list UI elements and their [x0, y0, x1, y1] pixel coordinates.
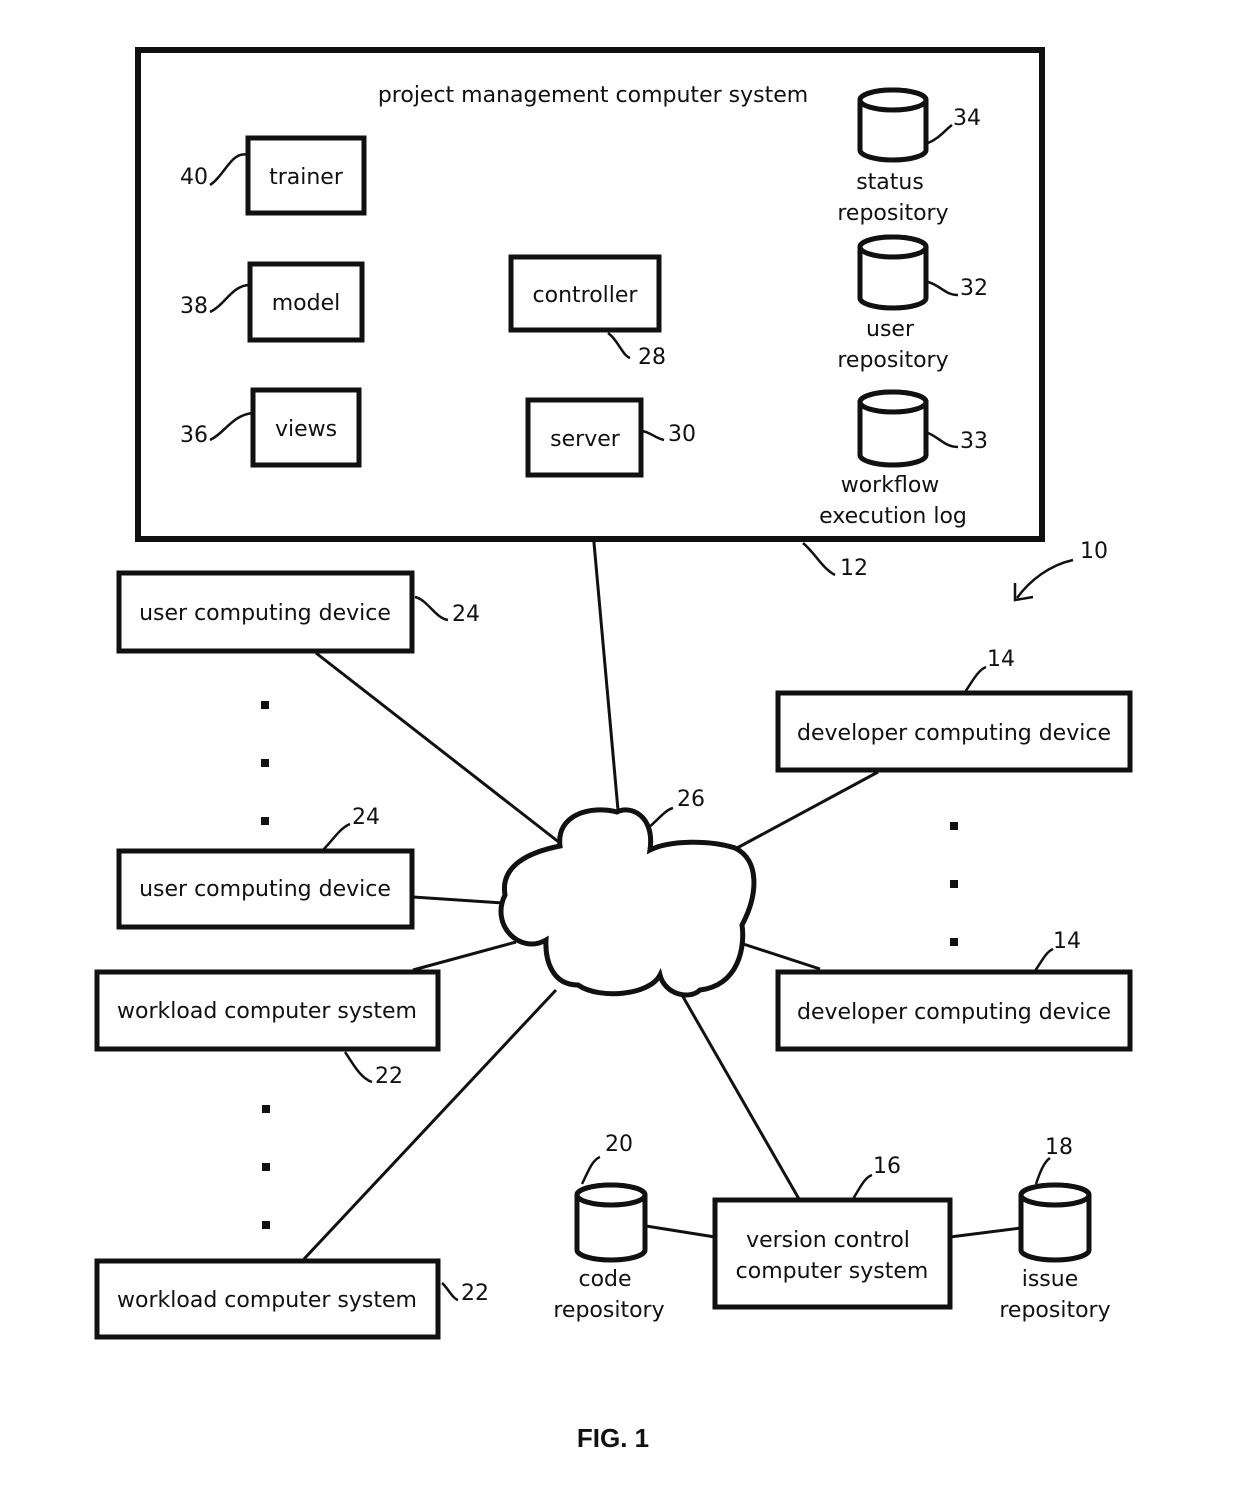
user-device-1-ref-leader	[414, 595, 449, 622]
user-device-2-ref: 24	[352, 805, 380, 830]
user-device-2-label: user computing device	[139, 877, 391, 902]
ellipsis-dot	[261, 701, 269, 709]
workflow-log-label-1: workflow	[841, 473, 940, 498]
user-device-2-ref-leader	[322, 822, 351, 851]
views-ref: 36	[180, 423, 208, 448]
network-ref: 26	[677, 787, 705, 812]
user-repo-label-1: user	[866, 317, 915, 342]
network-ref-leader	[647, 806, 674, 829]
workload-2-ref: 22	[461, 1281, 489, 1306]
vcs-ref-leader	[851, 1173, 873, 1200]
code-repo-ref: 20	[605, 1132, 633, 1157]
dev-device-2-ref-leader	[1033, 947, 1054, 972]
vcs-label-1: version control	[746, 1228, 910, 1253]
model-label: model	[272, 291, 341, 316]
ellipsis-dot	[261, 817, 269, 825]
ellipsis-dot	[262, 1163, 270, 1171]
controller-ref: 28	[638, 345, 666, 370]
workload-computer-system-1[interactable]: workload computer system	[94, 969, 441, 1052]
trainer-label: trainer	[269, 165, 344, 190]
link-dev1-network	[736, 770, 879, 850]
user-device-1-ref: 24	[452, 602, 480, 627]
ellipsis-dot	[950, 938, 958, 946]
version-control-system[interactable]: version control computer system	[712, 1197, 953, 1310]
issue-repo-ref: 18	[1045, 1135, 1073, 1160]
code-repository[interactable]: code repository	[553, 1182, 665, 1323]
pm-system-ref-leader	[802, 542, 836, 577]
views-label: views	[275, 417, 337, 442]
pm-system-ref: 12	[840, 556, 868, 581]
model-box[interactable]: model	[247, 261, 365, 343]
user-device-1-label: user computing device	[139, 601, 391, 626]
link-user2-network	[412, 895, 504, 905]
ellipsis-dot	[950, 880, 958, 888]
vcs-label-2: computer system	[736, 1259, 929, 1284]
workload-2-label: workload computer system	[117, 1288, 417, 1313]
issue-repository[interactable]: issue repository	[999, 1182, 1111, 1323]
server-box[interactable]: server	[525, 397, 644, 478]
system-ref-arrow	[1015, 558, 1074, 599]
status-repo-label-1: status	[856, 170, 924, 195]
trainer-box[interactable]: trainer	[245, 135, 367, 216]
workload-1-ref: 22	[375, 1064, 403, 1089]
status-repo-label-2: repository	[837, 201, 948, 226]
issue-repo-ref-leader	[1034, 1156, 1051, 1185]
workload-1-label: workload computer system	[117, 999, 417, 1024]
figure-caption: FIG. 1	[577, 1423, 649, 1453]
ellipsis-dot	[261, 759, 269, 767]
developer-computing-device-2[interactable]: developer computing device	[775, 969, 1133, 1052]
system-diagram: project management computer system train…	[94, 47, 1133, 1453]
status-repo-ref: 34	[953, 106, 981, 131]
vcs-ref: 16	[873, 1154, 901, 1179]
user-computing-device-1[interactable]: user computing device	[116, 570, 415, 654]
system-ref: 10	[1080, 539, 1108, 564]
network-cloud-icon[interactable]	[498, 807, 757, 998]
dev-device-2-label: developer computing device	[797, 1000, 1111, 1025]
ellipsis-dot	[950, 822, 958, 830]
pm-system-title: project management computer system	[378, 83, 808, 108]
issue-repo-label-1: issue	[1022, 1267, 1079, 1292]
views-box[interactable]: views	[250, 387, 362, 468]
link-vcs-issue-repo	[949, 1226, 1022, 1239]
dev-device-1-label: developer computing device	[797, 721, 1111, 746]
trainer-ref: 40	[180, 165, 208, 190]
developer-computing-device-1[interactable]: developer computing device	[775, 690, 1133, 773]
code-repo-label-2: repository	[553, 1298, 664, 1323]
controller-label: controller	[533, 283, 639, 308]
workflow-log-label-2: execution log	[819, 504, 967, 529]
issue-repo-label-2: repository	[999, 1298, 1110, 1323]
workflow-log-ref: 33	[960, 429, 988, 454]
link-code-repo-vcs	[645, 1224, 716, 1239]
workload-2-ref-leader	[441, 1282, 459, 1302]
code-repo-label-1: code	[578, 1267, 631, 1292]
ellipsis-dot	[262, 1105, 270, 1113]
user-repo-label-2: repository	[837, 348, 948, 373]
user-repo-ref: 32	[960, 276, 988, 301]
user-computing-device-2[interactable]: user computing device	[116, 848, 415, 930]
workload-1-ref-leader	[343, 1051, 373, 1084]
dev-device-1-ref-leader	[963, 665, 987, 693]
code-repo-ref-leader	[580, 1155, 601, 1185]
workload-computer-system-2[interactable]: workload computer system	[94, 1258, 441, 1340]
controller-box[interactable]: controller	[508, 254, 662, 333]
dev-device-1-ref: 14	[987, 647, 1015, 672]
link-workload1-network	[412, 940, 517, 972]
ellipsis-dot	[262, 1221, 270, 1229]
server-ref: 30	[668, 422, 696, 447]
model-ref: 38	[180, 294, 208, 319]
dev-device-2-ref: 14	[1053, 929, 1081, 954]
server-label: server	[550, 427, 621, 452]
